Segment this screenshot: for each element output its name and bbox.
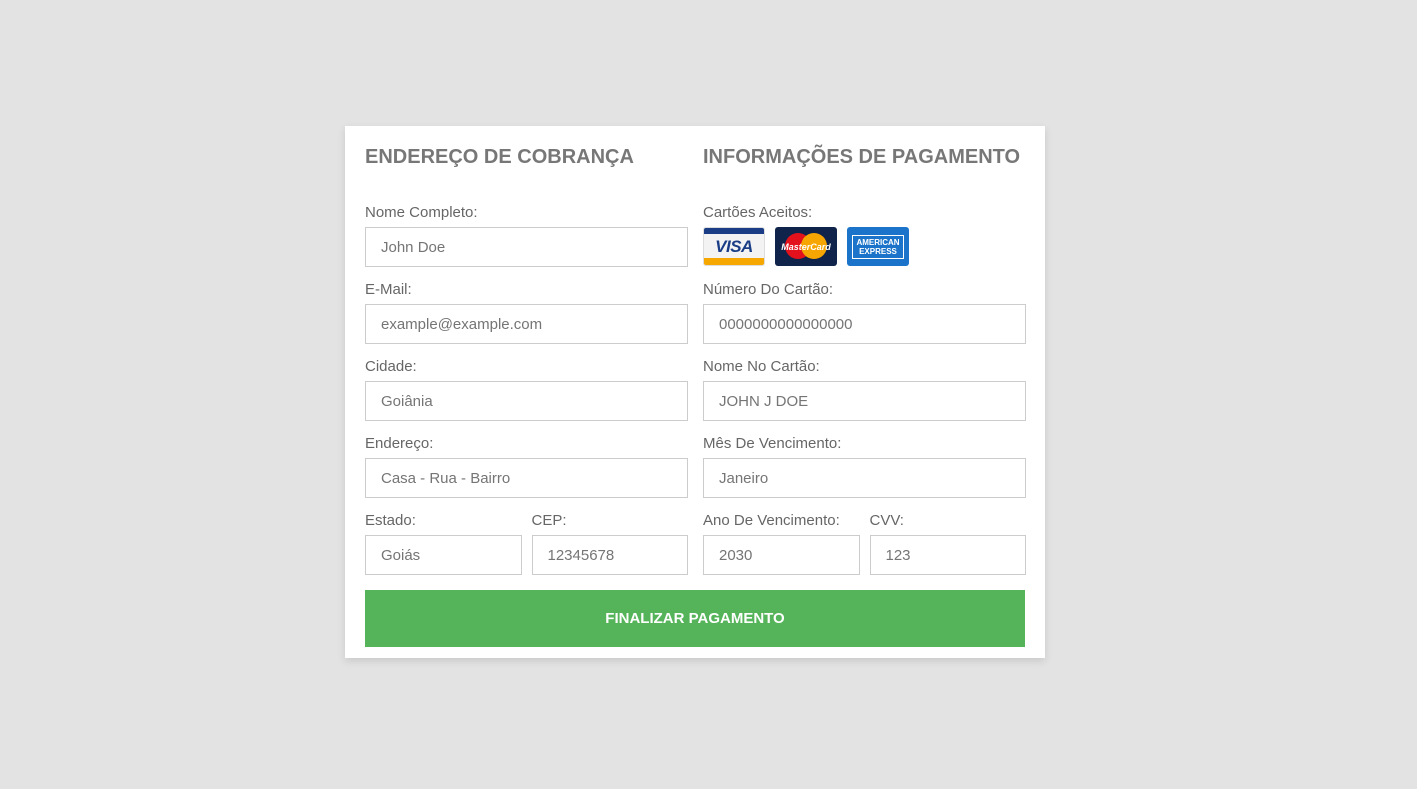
city-group: Cidade: — [365, 358, 688, 421]
city-input[interactable] — [365, 381, 688, 421]
mastercard-icon: MasterCard — [775, 227, 837, 266]
billing-title: ENDEREÇO DE COBRANÇA — [365, 146, 634, 168]
full-name-input[interactable] — [365, 227, 688, 267]
exp-month-input[interactable] — [703, 458, 1026, 498]
email-input[interactable] — [365, 304, 688, 344]
visa-logo-text: VISA — [715, 236, 753, 256]
exp-month-label: Mês De Vencimento: — [703, 435, 842, 452]
billing-section: ENDEREÇO DE COBRANÇA Nome Completo: E-Ma… — [365, 146, 688, 589]
card-name-group: Nome No Cartão: — [703, 358, 1026, 421]
full-name-group: Nome Completo: — [365, 204, 688, 267]
state-zip-row: Estado: CEP: — [365, 512, 688, 589]
payment-title: INFORMAÇÕES DE PAGAMENTO — [703, 146, 1021, 168]
email-group: E-Mail: — [365, 281, 688, 344]
state-label: Estado: — [365, 512, 416, 529]
accepted-cards-group: Cartões Aceitos: VISA MasterCard AMERICA… — [703, 204, 1026, 267]
address-input[interactable] — [365, 458, 688, 498]
state-group: Estado: — [365, 512, 522, 575]
address-label: Endereço: — [365, 435, 434, 452]
mastercard-logo-text: MasterCard — [781, 241, 831, 252]
exp-year-cvv-row: Ano De Vencimento: CVV: — [703, 512, 1026, 589]
exp-year-group: Ano De Vencimento: — [703, 512, 860, 575]
address-group: Endereço: — [365, 435, 688, 498]
card-number-label: Número Do Cartão: — [703, 281, 834, 298]
state-input[interactable] — [365, 535, 522, 575]
card-number-input[interactable] — [703, 304, 1026, 344]
email-label: E-Mail: — [365, 281, 412, 298]
amex-logo-text-2: EXPRESS — [859, 246, 897, 256]
cvv-input[interactable] — [869, 535, 1026, 575]
card-number-group: Número Do Cartão: — [703, 281, 1026, 344]
exp-month-group: Mês De Vencimento: — [703, 435, 1026, 498]
accepted-cards: VISA MasterCard AMERICAN EXPRESS — [703, 227, 1026, 267]
checkout-form: ENDEREÇO DE COBRANÇA Nome Completo: E-Ma… — [345, 126, 1045, 658]
amex-logo-text-1: AMERICAN — [856, 237, 900, 247]
city-label: Cidade: — [365, 358, 417, 375]
visa-card-icon: VISA — [703, 227, 765, 266]
cvv-label: CVV: — [869, 512, 904, 529]
cvv-group: CVV: — [869, 512, 1026, 575]
amex-card-icon: AMERICAN EXPRESS — [847, 227, 909, 266]
exp-year-input[interactable] — [703, 535, 860, 575]
accepted-cards-label: Cartões Aceitos: — [703, 204, 813, 221]
card-name-label: Nome No Cartão: — [703, 358, 820, 375]
zip-group: CEP: — [531, 512, 688, 575]
card-name-input[interactable] — [703, 381, 1026, 421]
zip-label: CEP: — [531, 512, 567, 529]
payment-section: INFORMAÇÕES DE PAGAMENTO Cartões Aceitos… — [703, 146, 1026, 589]
finalize-payment-button[interactable]: FINALIZAR PAGAMENTO — [365, 590, 1025, 647]
exp-year-label: Ano De Vencimento: — [703, 512, 840, 529]
zip-input[interactable] — [531, 535, 688, 575]
full-name-label: Nome Completo: — [365, 204, 478, 221]
